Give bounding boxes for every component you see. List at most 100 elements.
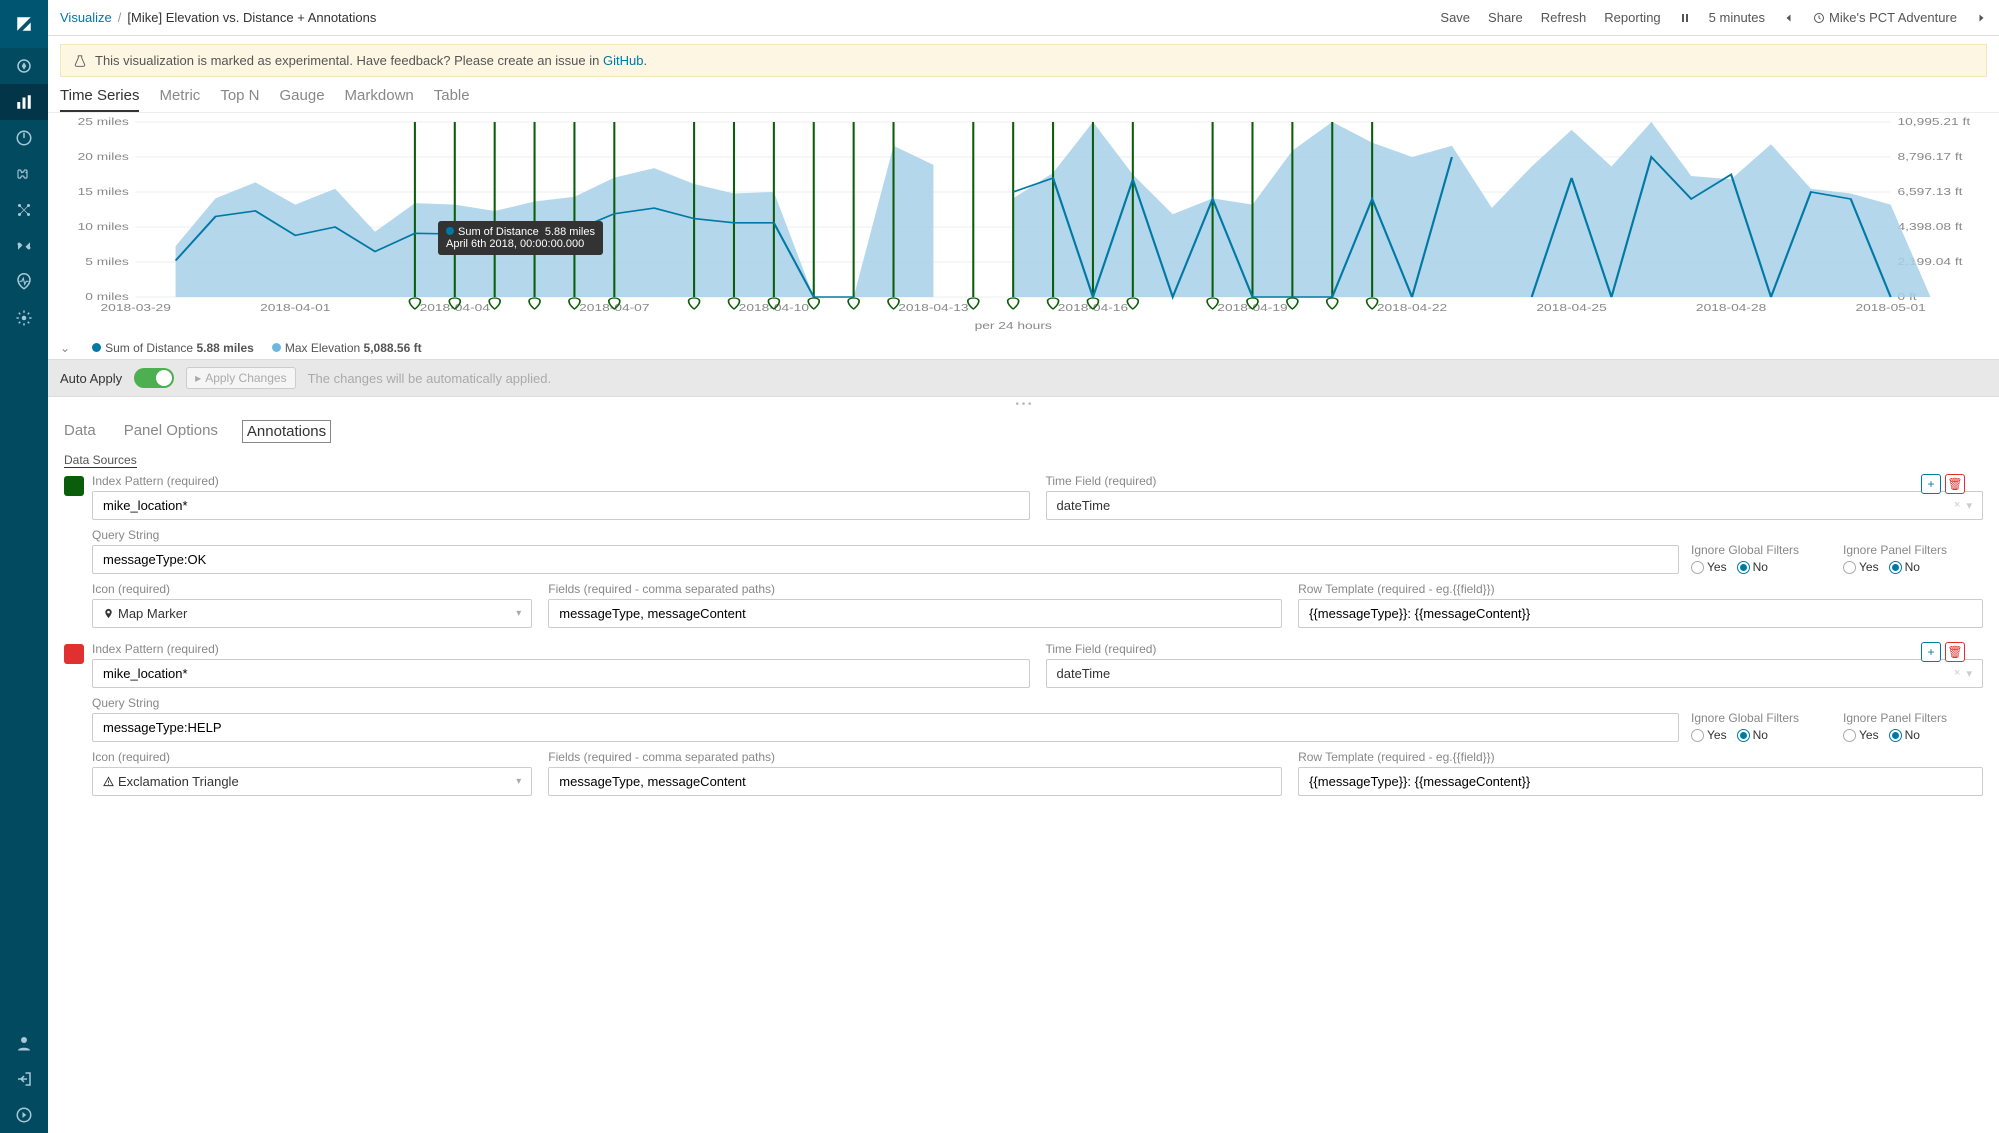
interval-picker[interactable]: 5 minutes	[1709, 10, 1765, 25]
visualize-icon[interactable]	[0, 84, 48, 120]
tab-data[interactable]: Data	[60, 420, 100, 443]
timelion-icon[interactable]	[0, 156, 48, 192]
apply-changes-button[interactable]: ▸ Apply Changes	[186, 367, 295, 389]
svg-text:0 miles: 0 miles	[85, 291, 129, 303]
flask-icon	[73, 54, 87, 68]
kibana-logo[interactable]	[0, 0, 48, 48]
annotation-color-swatch[interactable]	[64, 476, 84, 496]
sidebar	[0, 0, 48, 1133]
icon-label: Icon (required)	[92, 750, 532, 764]
tab-metric[interactable]: Metric	[159, 87, 200, 112]
ml-icon[interactable]	[0, 192, 48, 228]
refresh-button[interactable]: Refresh	[1541, 10, 1587, 25]
annotation-color-swatch[interactable]	[64, 644, 84, 664]
tab-table[interactable]: Table	[434, 87, 470, 112]
logout-icon[interactable]	[0, 1061, 48, 1097]
data-sources-heading: Data Sources	[64, 453, 137, 468]
svg-text:8,796.17 ft: 8,796.17 ft	[1898, 151, 1964, 163]
legend-item-distance[interactable]: Sum of Distance 5.88 miles	[92, 341, 254, 355]
time-field-select[interactable]: dateTime×▾	[1046, 659, 1984, 688]
svg-text:10,995.21 ft: 10,995.21 ft	[1898, 117, 1971, 127]
query-string-input[interactable]	[92, 545, 1679, 574]
discover-icon[interactable]	[0, 48, 48, 84]
chevron-down-icon[interactable]: ▾	[1966, 499, 1972, 512]
index-pattern-input[interactable]	[92, 491, 1030, 520]
delete-annotation-button[interactable]: 🗑	[1945, 642, 1965, 662]
svg-text:2018-04-10: 2018-04-10	[739, 302, 810, 314]
panel-yes-radio[interactable]: Yes	[1843, 728, 1879, 742]
global-no-radio[interactable]: No	[1737, 728, 1768, 742]
add-annotation-button[interactable]: +	[1921, 474, 1941, 494]
index-pattern-label: Index Pattern (required)	[92, 474, 1030, 488]
save-button[interactable]: Save	[1440, 10, 1470, 25]
tab-annotations[interactable]: Annotations	[242, 420, 331, 443]
svg-text:20 miles: 20 miles	[78, 151, 129, 163]
user-icon[interactable]	[0, 1025, 48, 1061]
add-annotation-button[interactable]: +	[1921, 642, 1941, 662]
collapse-icon[interactable]	[0, 1097, 48, 1133]
chevron-down-icon[interactable]: ▾	[1966, 667, 1972, 680]
icon-select[interactable]: Exclamation Triangle▾	[92, 767, 532, 796]
tab-top-n[interactable]: Top N	[220, 87, 259, 112]
timepicker-prev-icon[interactable]	[1783, 12, 1795, 24]
resize-handle-icon[interactable]: • • •	[48, 397, 1999, 412]
svg-text:15 miles: 15 miles	[78, 186, 129, 198]
index-pattern-input[interactable]	[92, 659, 1030, 688]
icon-select[interactable]: Map Marker▾	[92, 599, 532, 628]
reporting-button[interactable]: Reporting	[1604, 10, 1660, 25]
delete-annotation-button[interactable]: 🗑	[1945, 474, 1965, 494]
svg-text:2018-05-01: 2018-05-01	[1855, 302, 1926, 314]
legend-item-elevation[interactable]: Max Elevation 5,088.56 ft	[272, 341, 422, 355]
fields-label: Fields (required - comma separated paths…	[548, 582, 1282, 596]
time-field-label: Time Field (required)	[1046, 474, 1984, 488]
breadcrumb-separator: /	[118, 10, 122, 25]
banner-text: This visualization is marked as experime…	[95, 53, 603, 68]
query-string-input[interactable]	[92, 713, 1679, 742]
global-yes-radio[interactable]: Yes	[1691, 728, 1727, 742]
experimental-banner: This visualization is marked as experime…	[60, 44, 1987, 77]
panel-no-radio[interactable]: No	[1889, 728, 1920, 742]
row-template-input[interactable]	[1298, 767, 1983, 796]
svg-text:2018-04-13: 2018-04-13	[898, 302, 969, 314]
legend-toggle-icon[interactable]: ⌄	[60, 341, 70, 355]
pause-icon[interactable]	[1679, 12, 1691, 24]
breadcrumb: Visualize / [Mike] Elevation vs. Distanc…	[60, 10, 376, 25]
timepicker-label: Mike's PCT Adventure	[1829, 10, 1957, 25]
chart-tooltip: Sum of Distance 5.88 miles April 6th 201…	[438, 221, 603, 255]
svg-text:25 miles: 25 miles	[78, 117, 129, 127]
monitoring-icon[interactable]	[0, 264, 48, 300]
clear-icon[interactable]: ×	[1954, 499, 1960, 512]
fields-input[interactable]	[548, 599, 1282, 628]
panel-no-radio[interactable]: No	[1889, 560, 1920, 574]
tab-gauge[interactable]: Gauge	[280, 87, 325, 112]
fields-label: Fields (required - comma separated paths…	[548, 750, 1282, 764]
breadcrumb-title: [Mike] Elevation vs. Distance + Annotati…	[127, 10, 376, 25]
share-button[interactable]: Share	[1488, 10, 1523, 25]
time-field-select[interactable]: dateTime×▾	[1046, 491, 1984, 520]
devtools-icon[interactable]	[0, 228, 48, 264]
tab-panel-options[interactable]: Panel Options	[120, 420, 222, 443]
timepicker[interactable]: Mike's PCT Adventure	[1813, 10, 1957, 25]
apply-note: The changes will be automatically applie…	[308, 371, 552, 386]
svg-text:6,597.13 ft: 6,597.13 ft	[1898, 186, 1964, 198]
clock-icon	[1813, 12, 1825, 24]
svg-text:2018-04-16: 2018-04-16	[1058, 302, 1129, 314]
clear-icon[interactable]: ×	[1954, 667, 1960, 680]
fields-input[interactable]	[548, 767, 1282, 796]
management-icon[interactable]	[0, 300, 48, 336]
row-template-input[interactable]	[1298, 599, 1983, 628]
auto-apply-toggle[interactable]	[134, 368, 174, 388]
dashboard-icon[interactable]	[0, 120, 48, 156]
breadcrumb-root[interactable]: Visualize	[60, 10, 112, 25]
chevron-down-icon: ▾	[516, 776, 521, 787]
index-pattern-label: Index Pattern (required)	[92, 642, 1030, 656]
chart-legend: ⌄ Sum of Distance 5.88 miles Max Elevati…	[48, 337, 1999, 359]
svg-text:4,398.08 ft: 4,398.08 ft	[1898, 221, 1964, 233]
banner-link[interactable]: GitHub	[603, 53, 643, 68]
tab-time-series[interactable]: Time Series	[60, 87, 139, 112]
panel-yes-radio[interactable]: Yes	[1843, 560, 1879, 574]
global-no-radio[interactable]: No	[1737, 560, 1768, 574]
tab-markdown[interactable]: Markdown	[345, 87, 414, 112]
timepicker-next-icon[interactable]	[1975, 12, 1987, 24]
global-yes-radio[interactable]: Yes	[1691, 560, 1727, 574]
